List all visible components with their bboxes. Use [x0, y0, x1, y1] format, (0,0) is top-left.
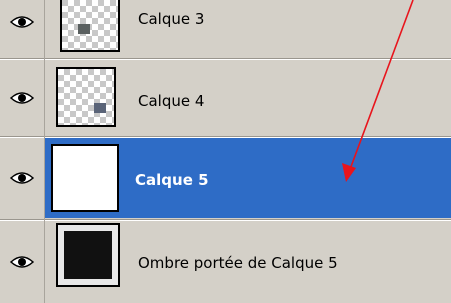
layers-panel: Calque 3 Calque 4 Calque 5 Ombre portée … — [0, 0, 451, 303]
annotation-arrow — [342, 0, 414, 182]
